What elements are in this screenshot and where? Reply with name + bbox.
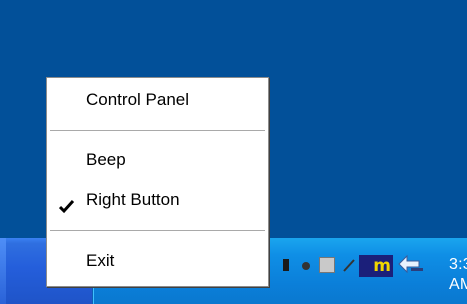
menu-item-label: Right Button [86, 190, 180, 209]
tray-small-icon[interactable] [278, 257, 294, 273]
network-icon[interactable] [397, 252, 425, 278]
tray-window-icon[interactable] [319, 257, 335, 273]
menu-item-beep[interactable]: Beep [47, 145, 268, 175]
menu-item-right-button[interactable]: Right Button [47, 185, 268, 215]
menu-item-label: Beep [86, 150, 126, 169]
tray-dot-icon[interactable] [298, 257, 314, 273]
menu-separator [50, 130, 265, 132]
tray-app-icon[interactable]: m [359, 255, 393, 277]
menu-item-exit[interactable]: Exit [47, 246, 268, 276]
start-button-edge[interactable] [0, 238, 6, 304]
menu-item-label: Exit [86, 251, 115, 270]
menu-item-label: Control Panel [86, 90, 190, 109]
tray-pen-icon[interactable] [341, 257, 357, 273]
checkmark-icon [58, 194, 75, 214]
menu-separator [50, 230, 265, 232]
clock[interactable]: 3:39 AM [449, 255, 467, 295]
context-menu: Control Panel Beep Right Button Exit [46, 77, 269, 287]
menu-item-control-panel[interactable]: Control Panel [47, 85, 268, 115]
